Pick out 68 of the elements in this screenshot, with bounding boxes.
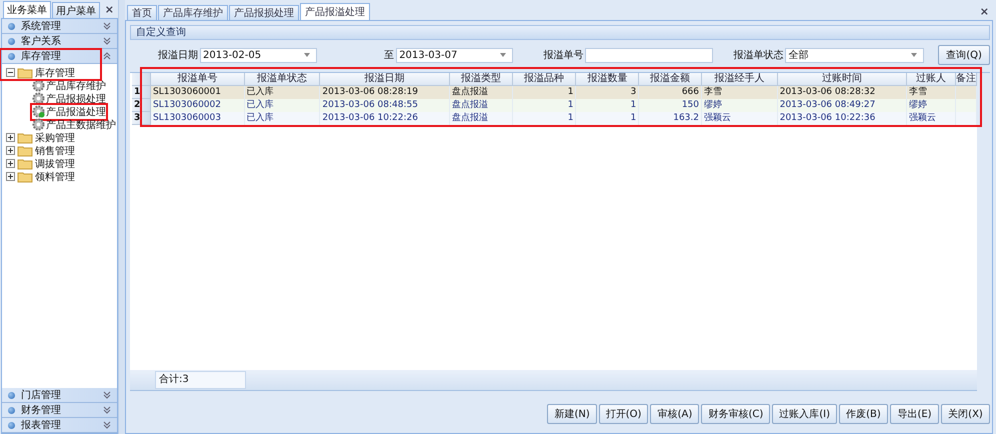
date-field[interactable]: 2013-02-05 [200,48,318,62]
action-button[interactable]: 审核(A) [650,404,700,424]
folder-icon [17,132,33,144]
action-button[interactable]: 新建(N) [547,404,597,424]
tree-item[interactable]: 销售管理 [35,144,75,158]
caret-icon[interactable] [911,53,918,57]
field-label: 报溢日期 [158,48,198,62]
close-icon[interactable]: × [104,2,114,16]
table-cell: 1 [512,112,576,125]
tree-item[interactable]: 产品报溢处理 [46,104,106,118]
expand-icon[interactable] [6,146,15,155]
folder-icon [17,144,33,156]
close-icon[interactable]: × [980,5,989,18]
table-cell: 盘点报溢 [450,112,513,125]
tree-item[interactable]: 库存管理 [35,66,75,80]
field-label: 报溢单号 [543,48,584,62]
expand-icon[interactable] [6,172,15,181]
action-button[interactable]: 打开(O) [598,404,648,424]
accordion-header[interactable]: 门店管理 [2,388,117,403]
action-button[interactable]: 关闭(X) [941,404,990,424]
tree-item[interactable]: 采购管理 [35,130,75,144]
table-cell: 已入库 [244,112,320,125]
sidebar-tab[interactable]: 业务菜单 [3,1,51,18]
table-cell: 2013-03-06 10:22:36 [778,112,908,125]
tab[interactable]: 产品报溢处理 [300,3,370,20]
accordion-header[interactable]: 报表管理 [2,418,117,433]
action-button[interactable]: 过账入库(I) [772,404,837,424]
caret-icon[interactable] [500,53,506,57]
accordion-header[interactable]: 财务管理 [2,403,117,418]
tab[interactable]: 产品库存维护 [158,5,228,20]
accordion-header[interactable]: 客户关系 [2,34,117,49]
table-row[interactable]: 3 SL1303060003 已入库 2013-03-06 10:22:26 盘点报溢 1 1 163.2 强颖云 2013-03-06 10:22:36 强颖云 [132,112,977,125]
input-field[interactable] [585,48,714,62]
tree-item[interactable]: 领料管理 [35,170,75,184]
tab[interactable]: 产品报损处理 [229,5,299,20]
table-row[interactable]: 2 SL1303060002 已入库 2013-03-06 08:48:55 盘点报溢 1 1 150 缪婷 2013-03-06 08:49:27 缪婷 [132,99,977,112]
dropdown-field[interactable]: 全部 [785,48,924,62]
tab[interactable]: 首页 [127,5,157,20]
field-label: 报溢单状态 [733,48,784,62]
folder-icon [17,158,33,170]
folder-icon [17,170,33,182]
sidebar-tab[interactable]: 用户菜单 [52,2,100,18]
accordion-header[interactable]: 库存管理 [2,49,117,64]
action-button[interactable]: 财务审核(C) [701,404,770,424]
collapse-icon[interactable] [6,68,15,77]
folder-icon [17,66,33,78]
table-cell: 163.2 [639,112,702,125]
action-button[interactable]: 作废(B) [839,404,888,424]
table-cell: 强颖云 [702,112,778,125]
tree-item[interactable]: 调拔管理 [35,156,75,170]
tree-item[interactable]: 产品主数据维护 [46,118,116,132]
table-cell: 强颖云 [907,112,956,125]
tree-item[interactable]: 产品库存维护 [46,78,106,92]
summary-cell: 合计:3 [155,371,246,389]
table-cell: 1 [576,112,640,125]
expand-icon[interactable] [6,159,15,168]
expand-icon[interactable] [6,133,15,142]
query-button[interactable]: 查询(Q) [938,45,990,65]
date-field[interactable]: 2013-03-07 [396,48,514,62]
accordion-header[interactable]: 系统管理 [2,19,117,34]
tree-item[interactable]: 产品报损处理 [46,92,106,106]
table-row[interactable]: 1 SL1303060001 已入库 2013-03-06 08:28:19 盘点报溢 1 3 666 李雪 2013-03-06 08:28:32 李雪 [132,86,977,99]
table-cell: SL1303060003 [151,112,245,125]
caret-icon[interactable] [304,53,310,57]
action-button[interactable]: 导出(E) [890,404,939,424]
section-header: 自定义查询 [130,25,990,40]
table-cell: 2013-03-06 10:22:26 [320,112,450,125]
field-label: 至 [384,49,394,62]
